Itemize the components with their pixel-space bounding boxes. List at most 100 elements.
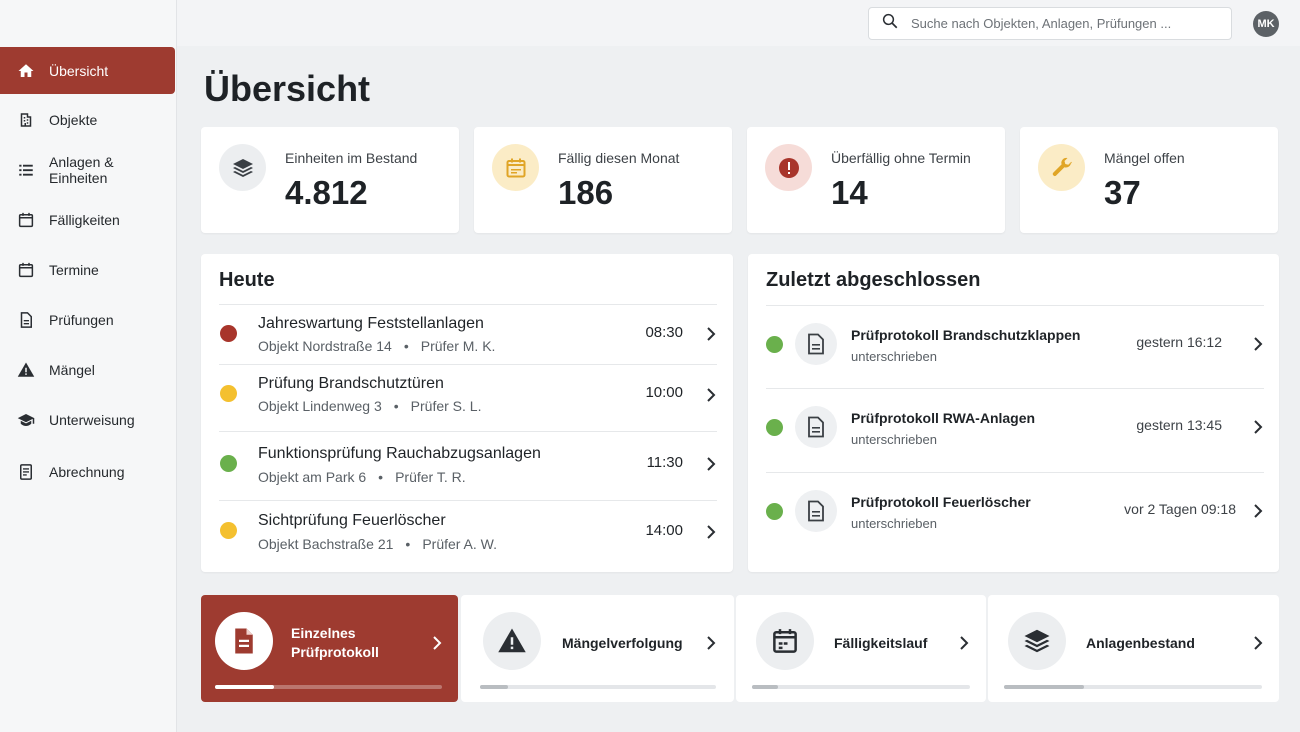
item-timestamp: gestern 16:12 (1136, 334, 1222, 350)
stat-label: Fällig diesen Monat (558, 150, 680, 166)
stat-card-einheiten: Einheiten im Bestand 4.812 (201, 127, 459, 233)
document-icon (795, 490, 837, 532)
sidebar-item-pruefungen[interactable]: Prüfungen (0, 297, 175, 343)
layers-icon (219, 144, 266, 191)
quick-action-faelligkeitslauf[interactable]: Fälligkeitslauf (736, 595, 986, 702)
quick-action-label: Anlagenbestand (1086, 635, 1195, 651)
calendar-icon (492, 144, 539, 191)
divider (219, 431, 717, 432)
sidebar-item-label: Prüfungen (49, 312, 114, 328)
sidebar-item-label: Abrechnung (49, 464, 125, 480)
sidebar-item-label: Termine (49, 262, 99, 278)
stat-value: 4.812 (285, 174, 368, 211)
list-item[interactable]: Prüfprotokoll Brandschutzklappen untersc… (766, 305, 1264, 388)
sidebar-item-anlagen[interactable]: Anlagen & Einheiten (0, 147, 175, 193)
item-title: Prüfprotokoll RWA-Anlagen (851, 410, 1036, 426)
item-subtitle: Objekt Nordstraße 14 • Prüfer M. K. (258, 338, 496, 354)
page-title: Übersicht (204, 68, 371, 109)
progress-fill (215, 685, 275, 689)
quick-action-label: Mängelverfolgung (562, 635, 683, 651)
list-item[interactable]: Funktionsprüfung Rauchabzugsanlagen Obje… (219, 431, 717, 500)
sidebar-item-faelligkeiten[interactable]: Fälligkeiten (0, 197, 175, 243)
document-icon (795, 406, 837, 448)
stat-value: 37 (1104, 174, 1141, 211)
quick-action-anlagenbestand[interactable]: Anlagenbestand (988, 595, 1279, 702)
item-subtitle: unterschrieben (851, 516, 937, 531)
item-subtitle: Objekt am Park 6 • Prüfer T. R. (258, 469, 466, 485)
document-icon (17, 311, 35, 329)
status-dot (220, 455, 237, 472)
today-panel: Heute Jahreswartung Feststellanlagen Obj… (201, 254, 733, 572)
divider (219, 500, 717, 501)
divider (766, 388, 1264, 389)
home-icon (17, 62, 35, 80)
stat-label: Mängel offen (1104, 150, 1185, 166)
stat-card-ueberfaellig: Überfällig ohne Termin 14 (747, 127, 1005, 233)
item-title: Prüfprotokoll Brandschutzklappen (851, 327, 1081, 343)
item-time: 14:00 (645, 522, 683, 539)
chevron-right-icon (706, 326, 716, 342)
chevron-right-icon (706, 456, 716, 472)
status-dot (220, 325, 237, 342)
item-time: 11:30 (646, 454, 683, 471)
item-title: Sichtprüfung Feuerlöscher (258, 512, 446, 529)
chevron-right-icon (706, 524, 716, 540)
item-subtitle: Objekt Lindenweg 3 • Prüfer S. L. (258, 398, 482, 414)
document-icon (215, 612, 273, 670)
quick-action-einzelnes-pruefprotokoll[interactable]: Einzelnes Prüfprotokoll (201, 595, 458, 702)
progress-fill (480, 685, 509, 689)
divider (219, 364, 717, 365)
search-box[interactable] (868, 7, 1232, 40)
quick-action-maengelverfolgung[interactable]: Mängelverfolgung (461, 595, 734, 702)
chevron-right-icon (1253, 635, 1263, 651)
search-input[interactable] (911, 16, 1211, 31)
sidebar-item-unterweisung[interactable]: Unterweisung (0, 397, 175, 443)
stat-label: Überfällig ohne Termin (831, 150, 971, 166)
sidebar-item-objekte[interactable]: Objekte (0, 97, 175, 143)
status-dot (220, 522, 237, 539)
item-title: Jahreswartung Feststellanlagen (258, 315, 484, 332)
divider (219, 304, 717, 305)
sidebar-item-label: Objekte (49, 112, 98, 128)
wrench-icon (1038, 144, 1085, 191)
chevron-right-icon (432, 635, 442, 651)
item-subtitle: unterschrieben (851, 349, 937, 364)
stat-card-faellig: Fällig diesen Monat 186 (474, 127, 732, 233)
sidebar-item-maengel[interactable]: Mängel (0, 347, 175, 393)
calendar-icon (17, 261, 35, 279)
stat-label: Einheiten im Bestand (285, 150, 418, 166)
quick-action-label: Einzelnes Prüfprotokoll (291, 625, 379, 660)
layers-icon (1008, 612, 1066, 670)
calendar-icon (17, 211, 35, 229)
chevron-right-icon (706, 387, 716, 403)
status-dot (220, 385, 237, 402)
avatar[interactable]: MK (1253, 11, 1279, 37)
list-item[interactable]: Prüfprotokoll RWA-Anlagen unterschrieben… (766, 388, 1264, 472)
list-item[interactable]: Jahreswartung Feststellanlagen Objekt No… (219, 304, 717, 364)
list-item[interactable]: Prüfung Brandschutztüren Objekt Lindenwe… (219, 364, 717, 431)
chevron-right-icon (959, 635, 969, 651)
progress-track (752, 685, 970, 689)
recent-panel: Zuletzt abgeschlossen Prüfprotokoll Bran… (748, 254, 1279, 572)
sidebar-item-abrechnung[interactable]: Abrechnung (0, 449, 175, 495)
search-icon (881, 12, 911, 35)
graduation-cap-icon (17, 411, 35, 429)
sidebar: Übersicht Objekte Anlagen & Einheiten Fä… (0, 0, 177, 732)
list-item[interactable]: Prüfprotokoll Feuerlöscher unterschriebe… (766, 472, 1264, 556)
progress-track (480, 685, 716, 689)
warning-icon (17, 361, 35, 379)
sidebar-item-uebersicht[interactable]: Übersicht (0, 47, 175, 94)
item-title: Prüfprotokoll Feuerlöscher (851, 494, 1031, 510)
status-dot (766, 336, 783, 353)
stat-value: 186 (558, 174, 614, 211)
stat-card-maengel: Mängel offen 37 (1020, 127, 1278, 233)
status-dot (766, 503, 783, 520)
chevron-right-icon (1253, 336, 1263, 352)
progress-track (215, 685, 442, 689)
divider (766, 305, 1264, 306)
sidebar-item-termine[interactable]: Termine (0, 247, 175, 293)
item-title: Funktionsprüfung Rauchabzugsanlagen (258, 445, 541, 462)
item-time: 10:00 (645, 384, 683, 401)
list-item[interactable]: Sichtprüfung Feuerlöscher Objekt Bachstr… (219, 500, 717, 566)
item-subtitle: unterschrieben (851, 432, 937, 447)
